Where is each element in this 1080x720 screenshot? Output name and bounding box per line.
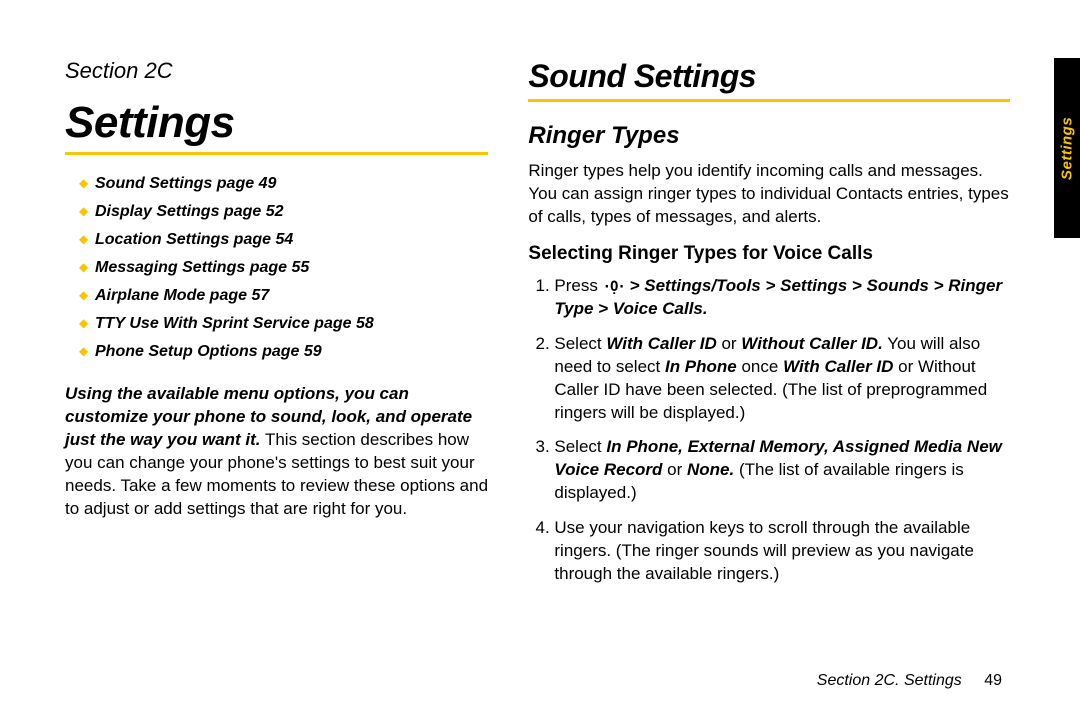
right-column: Sound Settings Ringer Types Ringer types… [518,0,1080,720]
step2-mid: or [717,334,742,353]
toc-list: ◆Sound Settings page 49 ◆Display Setting… [65,175,488,361]
nav-key-icon: ·Ọ· [603,278,625,297]
left-column: Section 2C Settings ◆Sound Settings page… [0,0,518,720]
step2-b2: Without Caller ID. [741,334,883,353]
page-number: 49 [984,672,1002,689]
toc-text: Airplane Mode page 57 [95,287,269,304]
yellow-rule [528,99,1010,102]
toc-item: ◆Airplane Mode page 57 [79,287,488,305]
ringer-types-description: Ringer types help you identify incoming … [528,160,1010,229]
step1-prefix: Press [554,276,602,295]
side-tab-settings: Settings [1054,58,1080,238]
toc-text: TTY Use With Sprint Service page 58 [95,315,374,332]
manual-page: Section 2C Settings ◆Sound Settings page… [0,0,1080,720]
diamond-bullet-icon: ◆ [79,204,95,218]
page-title-settings: Settings [65,98,488,148]
step2-d: In Phone [665,357,737,376]
step3-a: Select [554,437,606,456]
heading-sound-settings: Sound Settings [528,58,1010,95]
toc-item: ◆Messaging Settings page 55 [79,259,488,277]
step-2: Select With Caller ID or Without Caller … [554,333,1010,425]
toc-text: Phone Setup Options page 59 [95,343,322,360]
step-1: Press ·Ọ· > Settings/Tools > Settings > … [554,275,1010,321]
diamond-bullet-icon: ◆ [79,232,95,246]
step3-d: None. [687,460,734,479]
step2-a: Select [554,334,606,353]
footer-label: Section 2C. Settings [817,672,962,689]
toc-item: ◆Location Settings page 54 [79,231,488,249]
diamond-bullet-icon: ◆ [79,344,95,358]
toc-text: Location Settings page 54 [95,231,293,248]
step-4: Use your navigation keys to scroll throu… [554,517,1010,586]
step4-text: Use your navigation keys to scroll throu… [554,518,974,583]
diamond-bullet-icon: ◆ [79,176,95,190]
toc-text: Sound Settings page 49 [95,175,276,192]
step-3: Select In Phone, External Memory, Assign… [554,436,1010,505]
steps-list: Press ·Ọ· > Settings/Tools > Settings > … [528,275,1010,586]
toc-text: Messaging Settings page 55 [95,259,309,276]
step3-c: or [662,460,687,479]
diamond-bullet-icon: ◆ [79,288,95,302]
heading-ringer-types: Ringer Types [528,122,1010,150]
yellow-rule [65,152,488,155]
step2-f: With Caller ID [783,357,893,376]
section-label: Section 2C [65,58,488,84]
toc-item: ◆Display Settings page 52 [79,203,488,221]
step2-b1: With Caller ID [606,334,716,353]
step2-e: once [737,357,783,376]
toc-text: Display Settings page 52 [95,203,284,220]
toc-item: ◆TTY Use With Sprint Service page 58 [79,315,488,333]
page-footer: Section 2C. Settings 49 [817,672,1002,690]
toc-item: ◆Phone Setup Options page 59 [79,343,488,361]
subhead-selecting-ringer-types: Selecting Ringer Types for Voice Calls [528,243,1010,265]
diamond-bullet-icon: ◆ [79,260,95,274]
toc-item: ◆Sound Settings page 49 [79,175,488,193]
diamond-bullet-icon: ◆ [79,316,95,330]
intro-paragraph: Using the available menu options, you ca… [65,383,488,521]
